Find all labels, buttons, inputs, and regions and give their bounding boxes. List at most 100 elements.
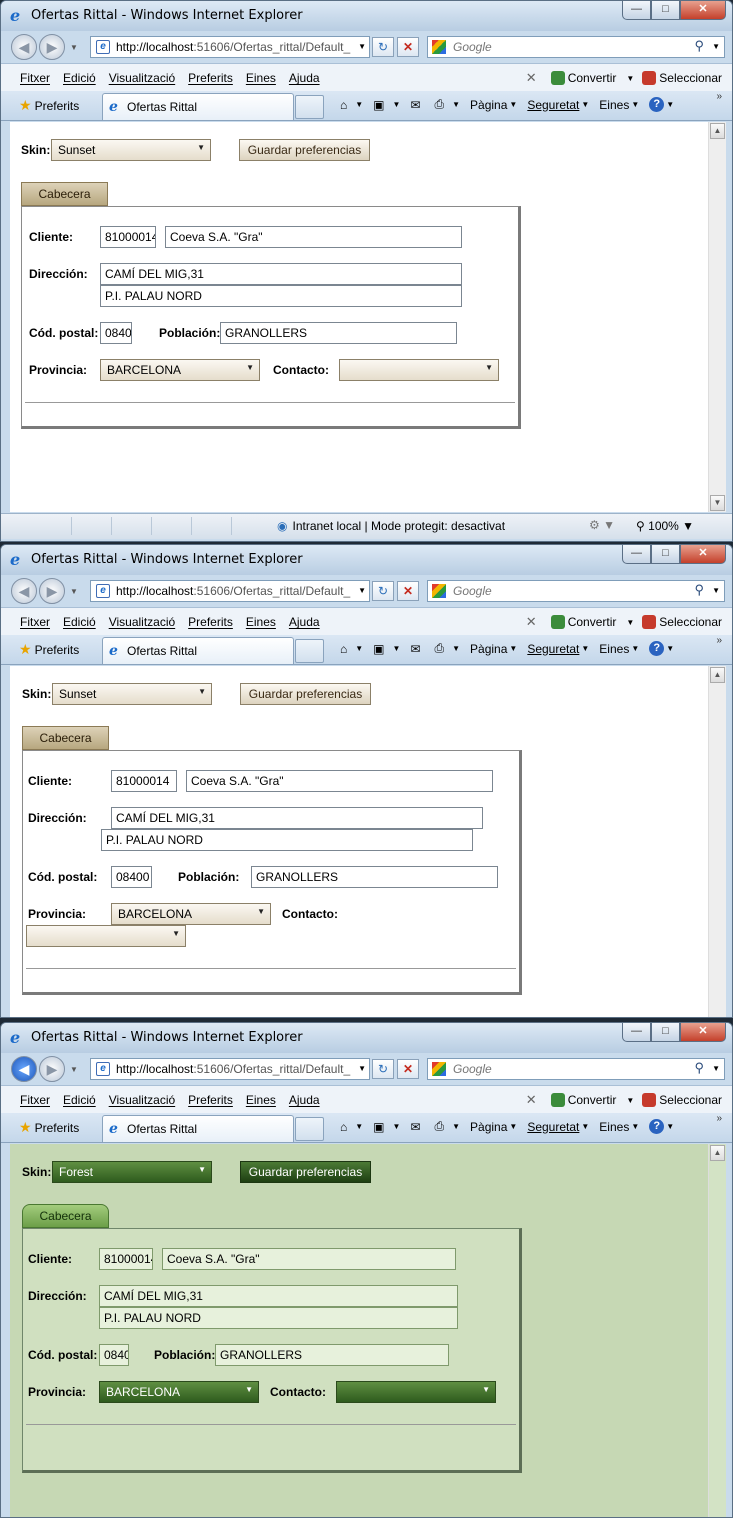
help-dropdown-icon[interactable]: ▼ xyxy=(666,100,674,109)
tools-dropdown-icon[interactable]: ▼ xyxy=(631,644,639,653)
search-icon[interactable]: ⚲ xyxy=(694,1060,704,1076)
select-button[interactable]: Seleccionar xyxy=(659,615,722,629)
help-dropdown-icon[interactable]: ▼ xyxy=(666,1122,674,1131)
mail-icon[interactable]: ✉ xyxy=(410,1120,420,1134)
print-dropdown-icon[interactable]: ▼ xyxy=(452,100,460,109)
page-dropdown-icon[interactable]: ▼ xyxy=(509,100,517,109)
scroll-up-icon[interactable]: ▲ xyxy=(710,667,725,683)
feeds-icon[interactable]: ▣ xyxy=(373,1120,384,1134)
minimize-button[interactable]: — xyxy=(622,545,651,564)
address-dropdown-icon[interactable]: ▼ xyxy=(358,1064,366,1073)
menu-edicio[interactable]: Edició xyxy=(63,1093,96,1107)
poblacion-input[interactable]: GRANOLLERS xyxy=(220,322,457,344)
skin-select[interactable]: Sunset ▼ xyxy=(52,683,212,705)
print-icon[interactable]: ⎙ xyxy=(435,1119,445,1134)
browser-tab[interactable]: e Ofertas Rittal xyxy=(102,1115,294,1142)
cliente-name-input[interactable]: Coeva S.A. "Gra" xyxy=(165,226,462,248)
maximize-button[interactable]: □ xyxy=(651,545,680,564)
search-dropdown-icon[interactable]: ▼ xyxy=(712,42,720,51)
tab-cabecera[interactable]: Cabecera xyxy=(22,726,109,750)
direccion-line1-input[interactable]: CAMÍ DEL MIG,31 xyxy=(100,263,462,285)
help-icon[interactable]: ? xyxy=(649,97,665,112)
select-button[interactable]: Seleccionar xyxy=(659,1093,722,1107)
forward-button[interactable]: ▶ xyxy=(39,34,65,60)
new-tab-button[interactable] xyxy=(295,639,324,663)
history-dropdown-icon[interactable]: ▼ xyxy=(70,43,78,52)
provincia-select[interactable]: BARCELONA ▼ xyxy=(99,1381,259,1403)
feeds-icon[interactable]: ▣ xyxy=(373,98,384,112)
search-box[interactable]: Google ⚲ ▼ xyxy=(427,36,725,58)
direccion-line2-input[interactable]: P.I. PALAU NORD xyxy=(99,1307,458,1329)
home-dropdown-icon[interactable]: ▼ xyxy=(355,644,363,653)
security-menu[interactable]: Seguretat xyxy=(527,98,579,112)
feeds-dropdown-icon[interactable]: ▼ xyxy=(393,100,401,109)
mail-icon[interactable]: ✉ xyxy=(410,98,420,112)
scroll-up-icon[interactable]: ▲ xyxy=(710,1145,725,1161)
contacto-select[interactable]: ▼ xyxy=(336,1381,496,1403)
minimize-button[interactable]: — xyxy=(622,1023,651,1042)
vertical-scrollbar[interactable]: ▲ xyxy=(708,1144,726,1517)
page-menu[interactable]: Pàgina xyxy=(470,98,507,112)
maximize-button[interactable]: □ xyxy=(651,1,680,20)
page-dropdown-icon[interactable]: ▼ xyxy=(509,1122,517,1131)
cp-input[interactable]: 08400 xyxy=(99,1344,129,1366)
menu-visualitzacio[interactable]: Visualització xyxy=(109,1093,175,1107)
tools-dropdown-icon[interactable]: ▼ xyxy=(631,1122,639,1131)
menu-preferits[interactable]: Preferits xyxy=(188,71,233,85)
close-toolbar-icon[interactable]: ✕ xyxy=(526,70,537,86)
security-dropdown-icon[interactable]: ▼ xyxy=(581,1122,589,1131)
address-dropdown-icon[interactable]: ▼ xyxy=(358,42,366,51)
provincia-select[interactable]: BARCELONA ▼ xyxy=(111,903,271,925)
select-button[interactable]: Seleccionar xyxy=(659,71,722,85)
home-dropdown-icon[interactable]: ▼ xyxy=(355,1122,363,1131)
cp-input[interactable]: 08400 xyxy=(100,322,132,344)
tools-menu[interactable]: Eines xyxy=(599,98,629,112)
tab-cabecera[interactable]: Cabecera xyxy=(21,182,108,206)
help-icon[interactable]: ? xyxy=(649,641,665,656)
contacto-select[interactable]: ▼ xyxy=(339,359,499,381)
search-dropdown-icon[interactable]: ▼ xyxy=(712,1064,720,1073)
protected-mode-icon[interactable]: ⚙ ▼ xyxy=(589,518,615,532)
stop-button[interactable]: ✕ xyxy=(397,1059,419,1079)
menu-eines[interactable]: Eines xyxy=(246,615,276,629)
vertical-scrollbar[interactable]: ▲ xyxy=(708,666,726,1017)
cliente-code-input[interactable]: 81000014 xyxy=(100,226,156,248)
forward-button[interactable]: ▶ xyxy=(39,578,65,604)
chevron-icon[interactable]: » xyxy=(716,91,722,102)
back-button[interactable]: ◀ xyxy=(11,578,37,604)
security-dropdown-icon[interactable]: ▼ xyxy=(581,644,589,653)
home-icon[interactable]: ⌂ xyxy=(340,1120,347,1134)
convert-dropdown-icon[interactable]: ▼ xyxy=(626,1096,634,1105)
menu-preferits[interactable]: Preferits xyxy=(188,615,233,629)
address-bar[interactable]: e http://localhost:51606/Ofertas_rittal/… xyxy=(90,1058,370,1080)
convert-button[interactable]: Convertir xyxy=(568,71,617,85)
skin-select[interactable]: Sunset ▼ xyxy=(51,139,211,161)
print-icon[interactable]: ⎙ xyxy=(435,97,445,112)
poblacion-input[interactable]: GRANOLLERS xyxy=(215,1344,449,1366)
direccion-line1-input[interactable]: CAMÍ DEL MIG,31 xyxy=(111,807,483,829)
help-icon[interactable]: ? xyxy=(649,1119,665,1134)
cliente-name-input[interactable]: Coeva S.A. "Gra" xyxy=(162,1248,456,1270)
menu-visualitzacio[interactable]: Visualització xyxy=(109,615,175,629)
favorites-button[interactable]: ★ Preferits xyxy=(19,641,79,658)
favorites-button[interactable]: ★ Preferits xyxy=(19,1119,79,1136)
menu-edicio[interactable]: Edició xyxy=(63,615,96,629)
cliente-code-input[interactable]: 81000014 xyxy=(99,1248,153,1270)
menu-fitxer[interactable]: Fitxer xyxy=(20,1093,50,1107)
save-preferences-button[interactable]: Guardar preferencias xyxy=(240,1161,371,1183)
poblacion-input[interactable]: GRANOLLERS xyxy=(251,866,498,888)
menu-fitxer[interactable]: Fitxer xyxy=(20,71,50,85)
browser-tab[interactable]: e Ofertas Rittal xyxy=(102,93,294,120)
menu-preferits[interactable]: Preferits xyxy=(188,1093,233,1107)
history-dropdown-icon[interactable]: ▼ xyxy=(70,1065,78,1074)
chevron-icon[interactable]: » xyxy=(716,1113,722,1124)
favorites-button[interactable]: ★ Preferits xyxy=(19,97,79,114)
address-dropdown-icon[interactable]: ▼ xyxy=(358,586,366,595)
history-dropdown-icon[interactable]: ▼ xyxy=(70,587,78,596)
close-button[interactable]: ✕ xyxy=(680,1023,726,1042)
stop-button[interactable]: ✕ xyxy=(397,581,419,601)
menu-ajuda[interactable]: Ajuda xyxy=(289,1093,320,1107)
feeds-dropdown-icon[interactable]: ▼ xyxy=(393,644,401,653)
minimize-button[interactable]: — xyxy=(622,1,651,20)
stop-button[interactable]: ✕ xyxy=(397,37,419,57)
